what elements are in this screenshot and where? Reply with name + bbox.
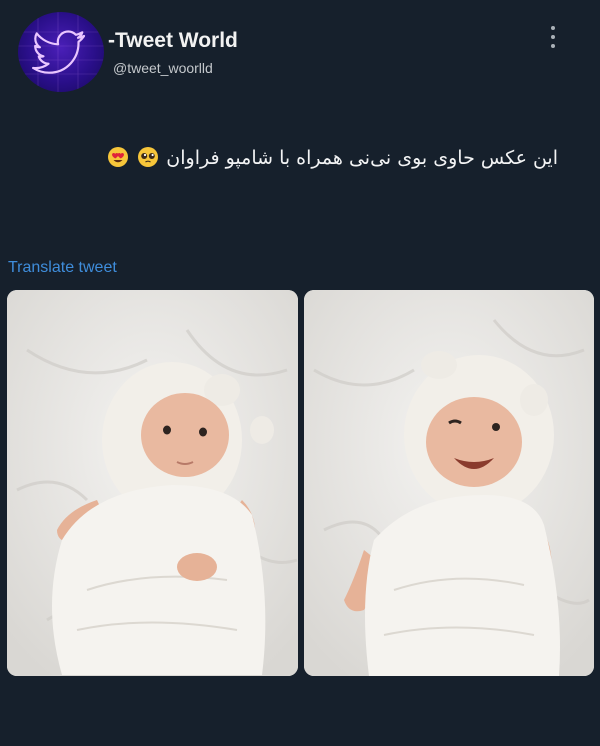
author-handle[interactable]: @tweet_woorlld: [113, 60, 213, 76]
translate-tweet-link[interactable]: Translate tweet: [8, 259, 117, 277]
photo-baby-calm-icon: [7, 290, 298, 676]
photo-baby-smiling-icon: [304, 290, 594, 676]
author-display-name[interactable]: -Tweet World: [108, 29, 238, 53]
avatar[interactable]: [18, 12, 104, 92]
tweet-photo-1[interactable]: [7, 290, 298, 676]
tweet-text: این عکس حاوی بوی نی‌نی همراه با شامپو فر…: [78, 146, 558, 169]
pleading-face-icon: [138, 147, 159, 167]
more-options-icon[interactable]: [541, 26, 565, 48]
twitter-bird-icon: [18, 12, 104, 92]
tweet-photo-2[interactable]: [304, 290, 594, 676]
heart-eyes-face-icon: [108, 147, 129, 167]
tweet-body: این عکس حاوی بوی نی‌نی همراه با شامپو فر…: [166, 147, 558, 169]
tweet-header: -Tweet World @tweet_woorlld: [0, 0, 600, 100]
